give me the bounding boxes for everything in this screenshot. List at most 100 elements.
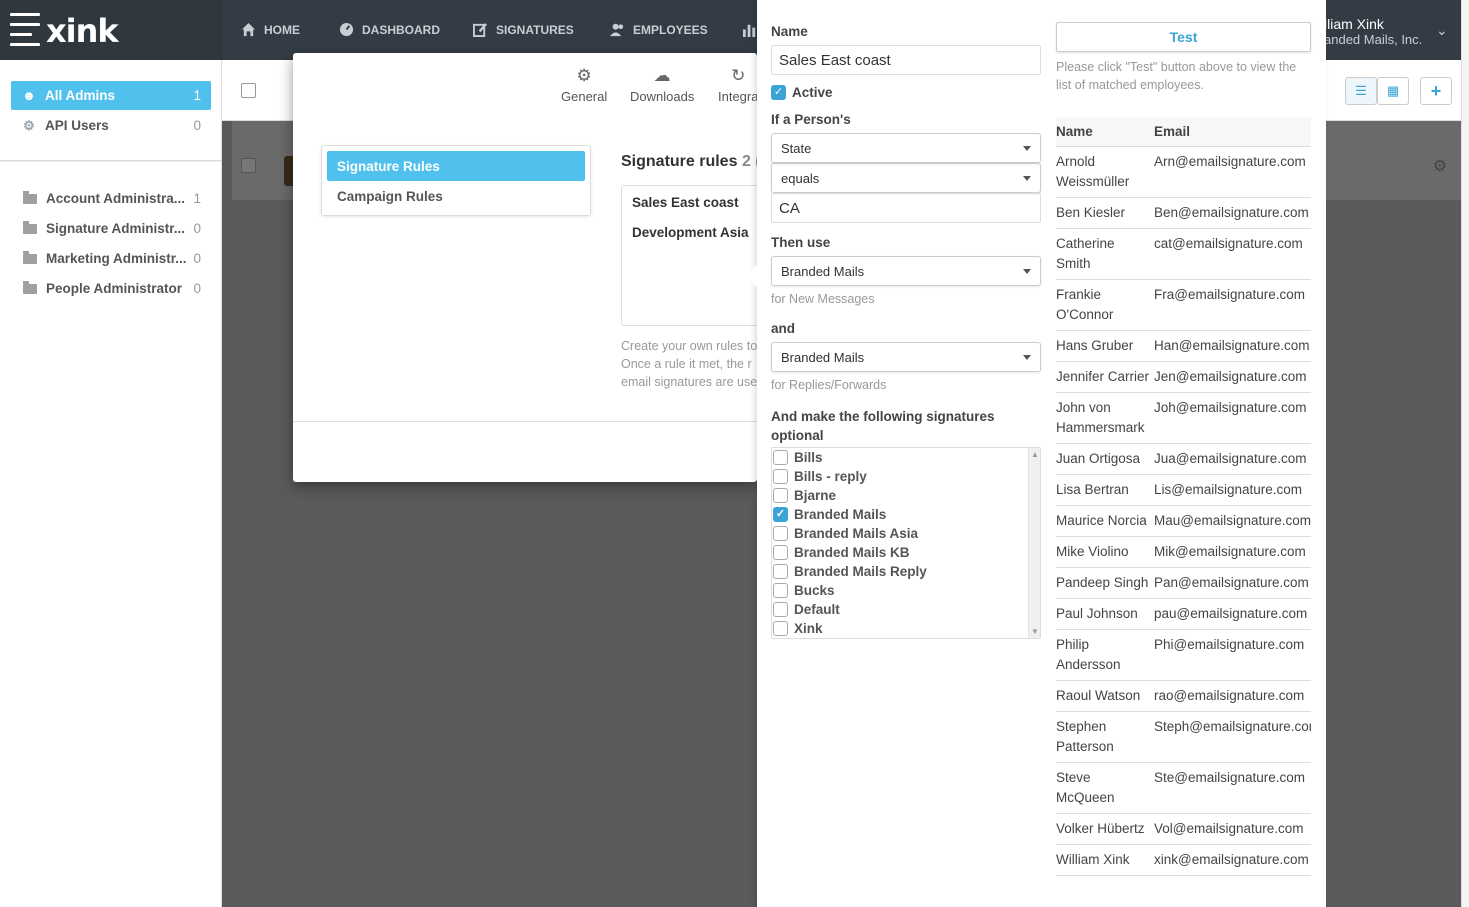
signature-option[interactable]: Branded Mails KB [772,543,1040,562]
menu-icon[interactable] [10,13,40,47]
checkbox[interactable] [773,450,788,465]
operator-select[interactable]: equals [771,163,1041,193]
scrollbar[interactable]: ▲ ▼ [1028,448,1040,638]
signature-option[interactable]: ✓ Branded Mails [772,505,1040,524]
gear-icon[interactable]: ⚙ [1433,156,1447,176]
employee-name: Catherine Smith [1056,236,1115,271]
sidebar-item-api-users[interactable]: ⚙ API Users 0 [11,111,211,140]
new-message-signature-select[interactable]: Branded Mails [771,256,1041,286]
checkbox-checked[interactable]: ✓ [773,507,788,522]
nav-home[interactable]: HOME [241,22,300,37]
employee-email: Mik@emailsignature.com [1154,544,1306,559]
list-view-button[interactable]: ☰ [1345,77,1377,105]
page-scrollbar[interactable] [1461,0,1469,907]
users-icon: ☻ [22,88,36,103]
nav-employees[interactable]: EMPLOYEES [610,22,708,37]
sidebar-item-marketing-admin[interactable]: Marketing Administr... 0 [11,244,211,273]
table-row: Frankie O'Connor Fra@emailsignature.com [1056,280,1311,331]
nav-signatures-label: SIGNATURES [496,22,574,37]
scroll-up-icon[interactable]: ▲ [1031,450,1039,459]
option-label: Bucks [794,583,835,598]
sidebar-item-account-admin[interactable]: Account Administra... 1 [11,184,211,213]
signature-option[interactable]: Bills [772,448,1040,467]
name-input[interactable]: Sales East coast [771,45,1041,75]
checkbox[interactable] [773,545,788,560]
reply-signature-select[interactable]: Branded Mails [771,342,1041,372]
row-checkbox[interactable] [241,158,256,173]
sidebar-item-people-admin[interactable]: People Administrator 0 [11,274,211,303]
table-row: Maurice Norcia Mau@emailsignature.com [1056,506,1311,537]
sidebar-item-all-admins[interactable]: ☻ All Admins 1 [11,81,211,110]
test-button[interactable]: Test [1056,22,1311,52]
bar-chart-icon [742,24,756,37]
employee-name: Mike Violino [1056,544,1129,559]
option-label: Branded Mails Asia [794,526,919,541]
tab-campaign-rules[interactable]: Campaign Rules [327,181,585,211]
tab-integrations[interactable]: ↻ Integra [718,67,757,105]
signature-option[interactable]: Xink [772,619,1040,638]
nav-dashboard-label: DASHBOARD [362,22,440,37]
nav-reports[interactable] [742,22,757,37]
checkbox[interactable] [773,621,788,636]
signature-option[interactable]: Bucks [772,581,1040,600]
signature-option[interactable]: Bjarne [772,486,1040,505]
select-all-checkbox[interactable] [241,83,256,98]
option-label: Bjarne [794,488,837,503]
settings-modal: ⚙ General ☁ Downloads ↻ Integra Signatur… [293,53,757,482]
checkbox[interactable] [773,602,788,617]
signature-option[interactable]: Default [772,600,1040,619]
table-row: Catherine Smith cat@emailsignature.com [1056,229,1311,280]
sidebar: ☻ All Admins 1 ⚙ API Users 0 Account Adm… [0,60,222,907]
signature-option[interactable]: Branded Mails Reply [772,562,1040,581]
checkbox[interactable] [773,488,788,503]
logo-text: xink [46,12,119,50]
optional-label-line: And make the following signatures [771,409,995,424]
column-header-name: Name [1056,124,1093,139]
optional-signatures-label: And make the following signatures option… [771,407,995,445]
employee-email: pau@emailsignature.com [1154,606,1308,621]
table-row: Paul Johnson pau@emailsignature.com [1056,599,1311,630]
user-menu[interactable]: lliam Xink anded Mails, Inc. [1324,16,1422,48]
rule-item-dev-asia[interactable]: Development Asia [632,225,749,240]
employee-email: cat@emailsignature.com [1154,236,1303,251]
optional-signatures-list[interactable]: Bills Bills - reply Bjarne ✓ Branded Mails Br… [771,447,1041,639]
employee-name: Raoul Watson [1056,688,1141,703]
nav-dashboard[interactable]: DASHBOARD [339,22,440,37]
rule-type-list: Signature Rules Campaign Rules [321,145,591,216]
signature-option[interactable]: Branded Mails Asia [772,524,1040,543]
sidebar-item-label: Signature Administr... [46,221,186,236]
users-icon [610,23,624,37]
scroll-down-icon[interactable]: ▼ [1031,627,1039,636]
nav-signatures[interactable]: SIGNATURES [473,22,574,37]
chevron-down-icon[interactable]: ⌄ [1436,22,1448,39]
grid-view-button[interactable]: ▦ [1377,77,1409,105]
table-row: Hans Gruber Han@emailsignature.com [1056,331,1311,362]
rules-count: 2 (a [741,153,757,170]
tab-signature-rules[interactable]: Signature Rules [327,151,585,181]
sidebar-divider [0,160,221,162]
tab-general[interactable]: ⚙ General [561,67,607,105]
employee-name: Hans Gruber [1056,338,1134,353]
table-row: Jennifer Carrier Jen@emailsignature.com [1056,362,1311,393]
employee-email: Vol@emailsignature.com [1154,821,1304,836]
folder-icon [23,190,37,204]
employee-email: Lis@emailsignature.com [1154,482,1303,497]
table-row: Ben Kiesler Ben@emailsignature.com [1056,198,1311,229]
match-value-input[interactable]: CA [771,193,1041,223]
tab-downloads[interactable]: ☁ Downloads [630,67,694,105]
checkbox[interactable] [773,583,788,598]
add-button[interactable]: + [1420,77,1452,105]
rule-item-sales-east[interactable]: Sales East coast [632,195,739,210]
and-label: and [771,321,796,336]
rules-list: Sales East coast Development Asia [621,185,757,326]
option-label: Bills - reply [794,469,867,484]
checkbox[interactable] [773,526,788,541]
signature-option[interactable]: Bills - reply [772,467,1040,486]
sidebar-item-signature-admin[interactable]: Signature Administr... 0 [11,214,211,243]
field-select[interactable]: State [771,133,1041,163]
logo[interactable]: xink [0,0,222,60]
active-checkbox[interactable]: ✓ Active [771,85,833,100]
option-label: Branded Mails [794,507,887,522]
checkbox[interactable] [773,564,788,579]
checkbox[interactable] [773,469,788,484]
